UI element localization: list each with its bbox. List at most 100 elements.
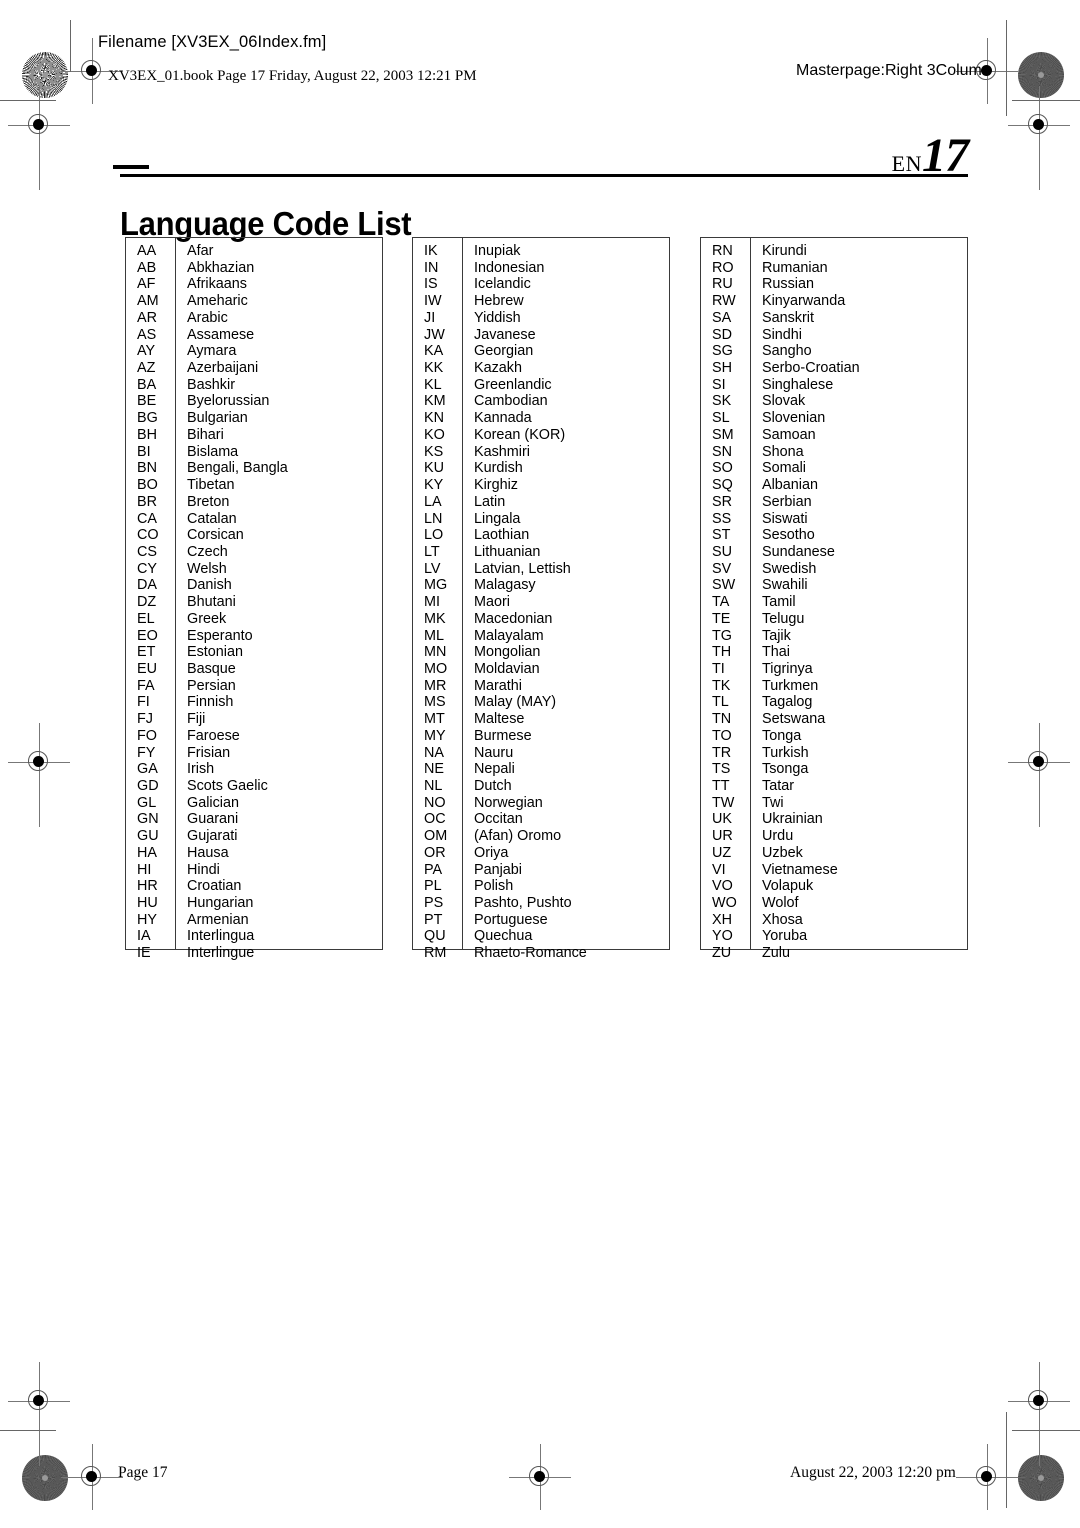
star-target-mark-bottom-left xyxy=(22,1455,68,1501)
language-code-cell: DZ xyxy=(137,594,157,611)
star-target-mark-top-left xyxy=(22,52,68,98)
language-rows-container: IK Inupiak IN Indonesian IS Icelandic IW Hebrew… xyxy=(413,243,669,962)
language-code-cell: TR xyxy=(712,744,732,761)
language-name-cell: Lithuanian xyxy=(474,543,541,560)
language-code-row: SQ Albanian xyxy=(701,477,967,494)
language-name-cell: Occitan xyxy=(474,811,523,828)
language-code-cell: ML xyxy=(424,627,444,644)
language-code-cell: SD xyxy=(712,326,732,343)
language-code-row: SH Serbo-Croatian xyxy=(701,360,967,377)
language-code-cell: SM xyxy=(712,426,734,443)
language-code-cell: UK xyxy=(712,811,732,828)
language-code-cell: LT xyxy=(424,543,440,560)
language-name-cell: Quechua xyxy=(474,928,533,945)
language-code-row: IA Interlingua xyxy=(126,928,382,945)
language-code-row: VI Vietnamese xyxy=(701,862,967,879)
language-code-row: LA Latin xyxy=(413,494,669,511)
language-code-row: BO Tibetan xyxy=(126,477,382,494)
language-code-cell: HR xyxy=(137,878,158,895)
language-code-row: MN Mongolian xyxy=(413,644,669,661)
language-code-row: NL Dutch xyxy=(413,778,669,795)
language-code-row: OR Oriya xyxy=(413,845,669,862)
language-code-row: CO Corsican xyxy=(126,527,382,544)
language-name-cell: Catalan xyxy=(187,510,237,527)
language-code-cell: FI xyxy=(137,694,150,711)
language-code-cell: ST xyxy=(712,527,731,544)
language-code-row: UR Urdu xyxy=(701,828,967,845)
language-name-cell: Swedish xyxy=(762,560,817,577)
language-name-cell: Armenian xyxy=(187,911,249,928)
language-code-row: GU Gujarati xyxy=(126,828,382,845)
language-code-cell: SR xyxy=(712,493,732,510)
language-name-cell: Vietnamese xyxy=(762,861,838,878)
language-name-cell: Dutch xyxy=(474,778,512,794)
language-name-cell: Uzbek xyxy=(762,844,803,861)
language-code-row: MK Macedonian xyxy=(413,611,669,628)
language-code-row: BA Bashkir xyxy=(126,377,382,394)
language-name-cell: Welsh xyxy=(187,560,227,577)
language-code-cell: JW xyxy=(424,326,445,343)
language-name-cell: Cambodian xyxy=(474,393,548,410)
language-code-row: KN Kannada xyxy=(413,410,669,427)
registration-mark-bottom-center xyxy=(509,1444,571,1510)
language-code-row: SN Shona xyxy=(701,444,967,461)
language-name-cell: Moldavian xyxy=(474,660,540,677)
language-code-cell: BO xyxy=(137,477,158,494)
language-code-row: BE Byelorussian xyxy=(126,393,382,410)
language-name-cell: Basque xyxy=(187,660,236,677)
language-code-row: SV Swedish xyxy=(701,561,967,578)
language-code-cell: NE xyxy=(424,761,444,778)
language-code-cell: RO xyxy=(712,259,734,276)
language-name-cell: Turkish xyxy=(762,744,809,761)
registration-mark-top-right-outer xyxy=(1008,86,1070,190)
language-name-cell: Sindhi xyxy=(762,326,803,343)
language-code-row: KO Korean (KOR) xyxy=(413,427,669,444)
language-code-cell: FY xyxy=(137,744,156,761)
language-code-table-column-2: IK Inupiak IN Indonesian IS Icelandic IW Hebrew… xyxy=(412,237,670,961)
language-code-cell: OR xyxy=(424,844,446,861)
language-code-cell: KS xyxy=(424,443,444,460)
language-code-row: SW Swahili xyxy=(701,577,967,594)
language-name-cell: Hausa xyxy=(187,844,229,861)
language-code-row: SO Somali xyxy=(701,460,967,477)
language-name-cell: Arabic xyxy=(187,309,228,326)
language-code-row: QU Quechua xyxy=(413,928,669,945)
language-code-row: KL Greenlandic xyxy=(413,377,669,394)
language-name-cell: Tibetan xyxy=(187,477,235,494)
language-code-row: OM (Afan) Oromo xyxy=(413,828,669,845)
language-code-row: IK Inupiak xyxy=(413,243,669,260)
language-code-cell: SG xyxy=(712,343,733,360)
language-code-row: BG Bulgarian xyxy=(126,410,382,427)
language-code-row: FI Finnish xyxy=(126,694,382,711)
document-page: Filename [XV3EX_06Index.fm] XV3EX_01.boo… xyxy=(0,0,1080,1528)
language-code-row: KU Kurdish xyxy=(413,460,669,477)
language-name-cell: Galician xyxy=(187,794,239,811)
language-name-cell: Bislama xyxy=(187,443,239,460)
language-name-cell: Persian xyxy=(187,677,236,694)
language-name-cell: Georgian xyxy=(474,343,534,360)
language-name-cell: Indonesian xyxy=(474,259,545,276)
language-code-row: HU Hungarian xyxy=(126,895,382,912)
language-code-row: CA Catalan xyxy=(126,511,382,528)
language-name-cell: Abkhazian xyxy=(187,259,255,276)
language-name-cell: Scots Gaelic xyxy=(187,778,268,794)
language-name-cell: Somali xyxy=(762,460,806,477)
language-code-cell: SQ xyxy=(712,477,733,494)
language-code-row: MS Malay (MAY) xyxy=(413,694,669,711)
language-code-row: KK Kazakh xyxy=(413,360,669,377)
language-name-cell: Sangho xyxy=(762,343,812,360)
language-name-cell: Macedonian xyxy=(474,610,553,627)
language-name-cell: Afar xyxy=(187,243,214,259)
registration-mark-bottom-right-outer xyxy=(1008,1362,1070,1466)
language-code-row: PS Pashto, Pushto xyxy=(413,895,669,912)
registration-mark-bottom-right-inner xyxy=(956,1444,1018,1510)
language-code-cell: UR xyxy=(712,828,733,845)
language-code-row: LN Lingala xyxy=(413,511,669,528)
language-code-row: RW Kinyarwanda xyxy=(701,293,967,310)
language-code-row: JW Javanese xyxy=(413,327,669,344)
language-name-cell: Laothian xyxy=(474,527,530,544)
language-code-cell: TI xyxy=(712,660,725,677)
language-code-cell: MG xyxy=(424,577,448,594)
language-code-cell: KY xyxy=(424,477,444,494)
language-code-cell: FA xyxy=(137,677,155,694)
